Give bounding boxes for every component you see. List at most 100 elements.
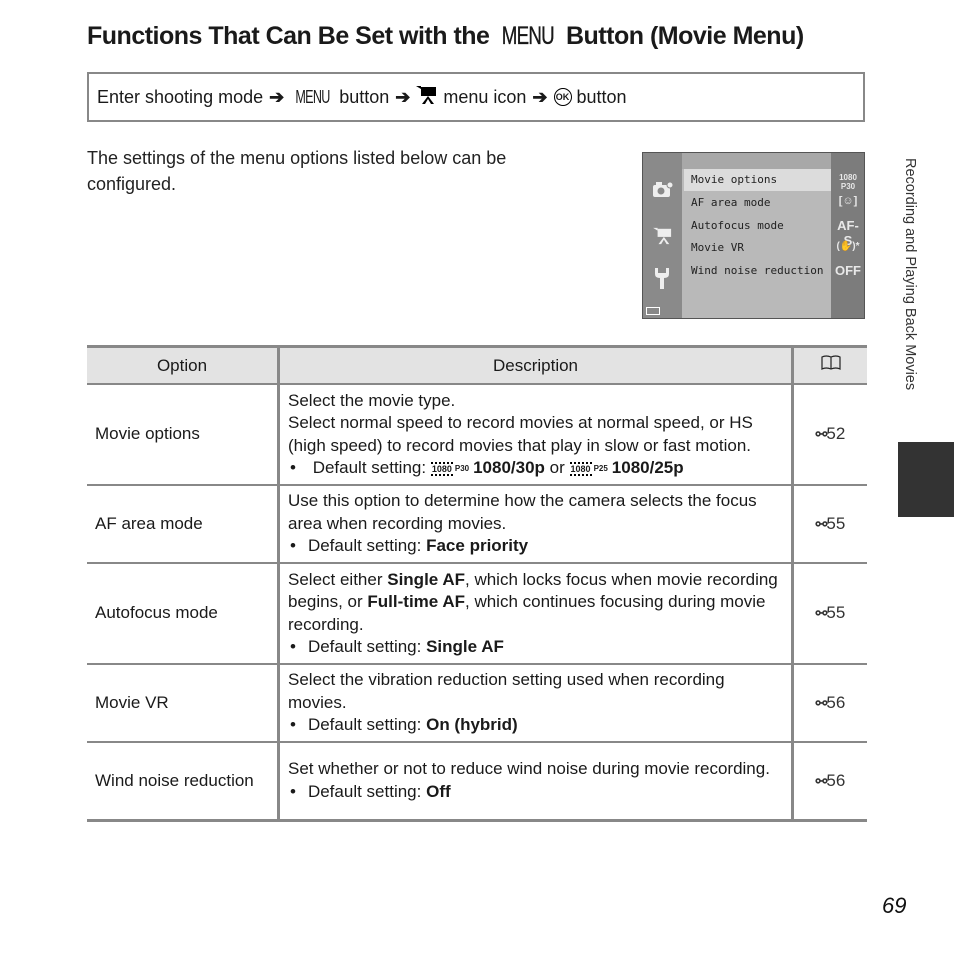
chapter-side-label: Recording and Playing Back Movies [902, 158, 918, 391]
movie-format-icon: 1080 [430, 461, 453, 476]
book-icon [820, 355, 841, 370]
reference-section-icon: ⚯ [815, 515, 828, 532]
screen-top-bar [682, 153, 831, 169]
default-label: Default setting: [307, 781, 422, 801]
page-number: 69 [882, 893, 907, 918]
table-row: Wind noise reduction Set whether or not … [87, 742, 867, 822]
ref-page: 56 [826, 692, 846, 712]
title-text: Functions That Can Be Set with the [87, 22, 490, 50]
ref-page: 55 [826, 513, 846, 533]
description-line: Select the movie type. [288, 390, 456, 410]
arrow-icon: ➔ [395, 86, 411, 107]
movie-icon [653, 227, 673, 250]
navigation-path-box: Enter shooting mode ➔ MENU button ➔ menu… [87, 72, 865, 122]
reference-section-icon: ⚯ [815, 694, 828, 711]
table-row: AF area mode Use this option to determin… [87, 485, 867, 564]
table-header-row: Option Description [87, 345, 867, 385]
frame-rate-icon: P25 [593, 463, 608, 473]
menu-button-icon: MENU [501, 22, 555, 50]
default-value: On (hybrid) [426, 715, 518, 735]
face-priority-icon: [☺] [838, 195, 858, 207]
description-line: Use this option to determine how the cam… [288, 491, 757, 533]
default-setting: Default setting: 1080P301080/30p or 1080… [288, 457, 783, 480]
bold-term: Single AF [387, 569, 465, 589]
screen-menu-item[interactable]: Wind noise reduction [684, 260, 831, 282]
page-reference[interactable]: ⚯ 52 [791, 384, 867, 486]
vr-icon: (✋)* [836, 241, 860, 252]
default-setting: Default setting: Single AF [288, 636, 783, 659]
frame-rate-icon: P30 [454, 463, 470, 473]
wind-noise-value: OFF [835, 263, 861, 278]
screen-menu-item[interactable]: Movie VR [684, 237, 831, 259]
page-title: Functions That Can Be Set with the MENU … [87, 22, 804, 51]
page-reference[interactable]: ⚯ 56 [791, 742, 867, 822]
movie-format-icon: 1080 P30 [839, 173, 857, 191]
ref-page: 55 [826, 603, 846, 623]
default-setting: Default setting: Face priority [288, 535, 783, 558]
option-name: Movie options [87, 384, 279, 486]
reference-section-icon: ⚯ [815, 605, 828, 622]
header-reference [791, 345, 867, 385]
option-description: Select the movie type. Select normal spe… [277, 384, 793, 486]
bold-term: Full-time AF [367, 592, 465, 611]
movie-camera-icon [416, 85, 438, 110]
arrow-icon: ➔ [532, 86, 548, 107]
screen-menu-item[interactable]: AF area mode [684, 192, 831, 214]
options-table: Option Description Movie options Select … [87, 345, 867, 822]
header-description: Description [277, 345, 793, 385]
ref-page: 52 [826, 424, 846, 444]
ref-page: 56 [826, 770, 846, 790]
page-reference[interactable]: ⚯ 56 [791, 664, 867, 743]
screen-menu-item[interactable]: Movie options [684, 169, 831, 191]
reference-section-icon: ⚯ [815, 426, 828, 443]
nav-step: button [576, 86, 627, 107]
camera-icon [653, 181, 674, 202]
option-description: Use this option to determine how the cam… [277, 485, 793, 564]
description-line: Set whether or not to reduce wind noise … [288, 759, 770, 779]
nav-step: button [339, 86, 390, 107]
option-name: Autofocus mode [87, 563, 279, 665]
table-row: Movie options Select the movie type. Sel… [87, 384, 867, 486]
table-row: Movie VR Select the vibration reduction … [87, 664, 867, 743]
default-value: Single AF [426, 637, 504, 656]
default-label: Default setting: [307, 715, 422, 735]
header-option: Option [87, 345, 279, 385]
arrow-icon: ➔ [269, 86, 285, 107]
default-setting: Default setting: On (hybrid) [288, 714, 783, 737]
chapter-tab [898, 442, 954, 517]
option-name: Wind noise reduction [87, 742, 279, 822]
description-line: Select normal speed to record movies at … [288, 413, 753, 455]
default-value: 1080/25p [611, 458, 684, 477]
battery-icon [646, 307, 660, 315]
option-name: Movie VR [87, 664, 279, 743]
ok-button-icon: OK [553, 88, 572, 106]
nav-step: Enter shooting mode [97, 86, 264, 107]
description-line: Select the vibration reduction setting u… [288, 670, 725, 712]
reference-section-icon: ⚯ [815, 772, 828, 789]
default-label: Default setting: [307, 536, 422, 556]
text: Select either [288, 569, 383, 589]
movie-format-icon: 1080 [569, 461, 592, 476]
screen-menu-item[interactable]: Autofocus mode [684, 215, 831, 237]
page-reference[interactable]: ⚯ 55 [791, 563, 867, 665]
intro-text: The settings of the menu options listed … [87, 148, 507, 194]
option-description: Select the vibration reduction setting u… [277, 664, 793, 743]
description-line: Select either Single AF, which locks foc… [288, 569, 783, 637]
page-reference[interactable]: ⚯ 55 [791, 485, 867, 564]
default-label: Default setting: [307, 637, 422, 656]
default-value: Face priority [426, 536, 529, 556]
table-row: Autofocus mode Select either Single AF, … [87, 563, 867, 665]
title-text: Button (Movie Menu) [565, 22, 804, 50]
default-label: Default setting: [312, 458, 427, 477]
default-setting: Default setting: Off [288, 781, 783, 804]
option-description: Set whether or not to reduce wind noise … [277, 742, 793, 822]
option-description: Select either Single AF, which locks foc… [277, 563, 793, 665]
nav-step: menu icon [443, 86, 527, 107]
option-name: AF area mode [87, 485, 279, 564]
or-text: or [549, 458, 565, 477]
camera-menu-screen: Movie options AF area mode Autofocus mod… [642, 152, 865, 319]
default-value: Off [426, 781, 451, 801]
wrench-icon [653, 266, 671, 295]
menu-button-icon: MENU [295, 86, 331, 107]
default-value: 1080/30p [473, 458, 545, 477]
